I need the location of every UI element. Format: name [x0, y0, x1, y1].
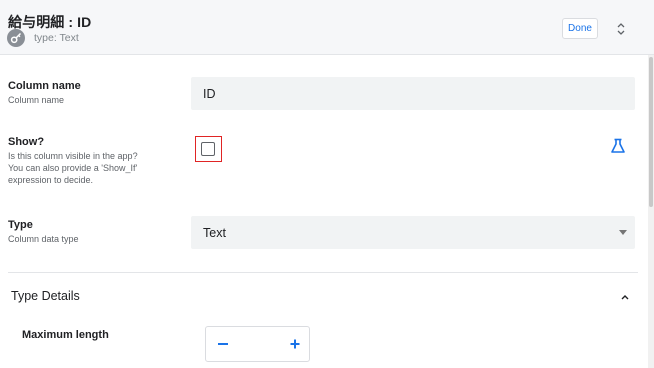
scrollbar-thumb[interactable]: [649, 57, 653, 207]
minus-icon[interactable]: [214, 335, 232, 353]
key-icon: [7, 29, 25, 47]
type-select[interactable]: Text: [191, 216, 635, 249]
maximum-length-stepper: [205, 326, 310, 362]
scrollbar[interactable]: [648, 55, 654, 368]
type-description: Column data type: [8, 234, 79, 244]
show-description-line-2: You can also provide a 'Show_If': [8, 163, 138, 173]
maximum-length-label: Maximum length: [22, 329, 109, 341]
column-type-subtitle: type: Text: [34, 32, 79, 44]
section-divider: [8, 272, 638, 273]
plus-icon[interactable]: [286, 335, 304, 353]
show-checkbox[interactable]: [201, 142, 215, 156]
show-checkbox-highlight: [195, 136, 222, 162]
column-name-input[interactable]: ID: [191, 77, 635, 110]
type-details-heading[interactable]: Type Details: [11, 289, 80, 303]
show-description-line-3: expression to decide.: [8, 175, 94, 185]
column-name-label: Column name: [8, 80, 81, 92]
show-description-line-1: Is this column visible in the app?: [8, 151, 138, 161]
type-label: Type: [8, 219, 33, 231]
column-name-description: Column name: [8, 95, 65, 105]
chevron-up-icon[interactable]: [619, 290, 631, 302]
flask-icon[interactable]: [610, 138, 626, 154]
detail-header: 給与明細 : ID type: Text Done: [0, 0, 654, 55]
type-select-value: Text: [203, 225, 226, 240]
done-button[interactable]: Done: [562, 18, 598, 39]
page-title: 給与明細 : ID: [8, 14, 92, 30]
unfold-icon[interactable]: [614, 20, 628, 38]
show-label: Show?: [8, 136, 45, 148]
caret-down-icon: [619, 230, 627, 235]
